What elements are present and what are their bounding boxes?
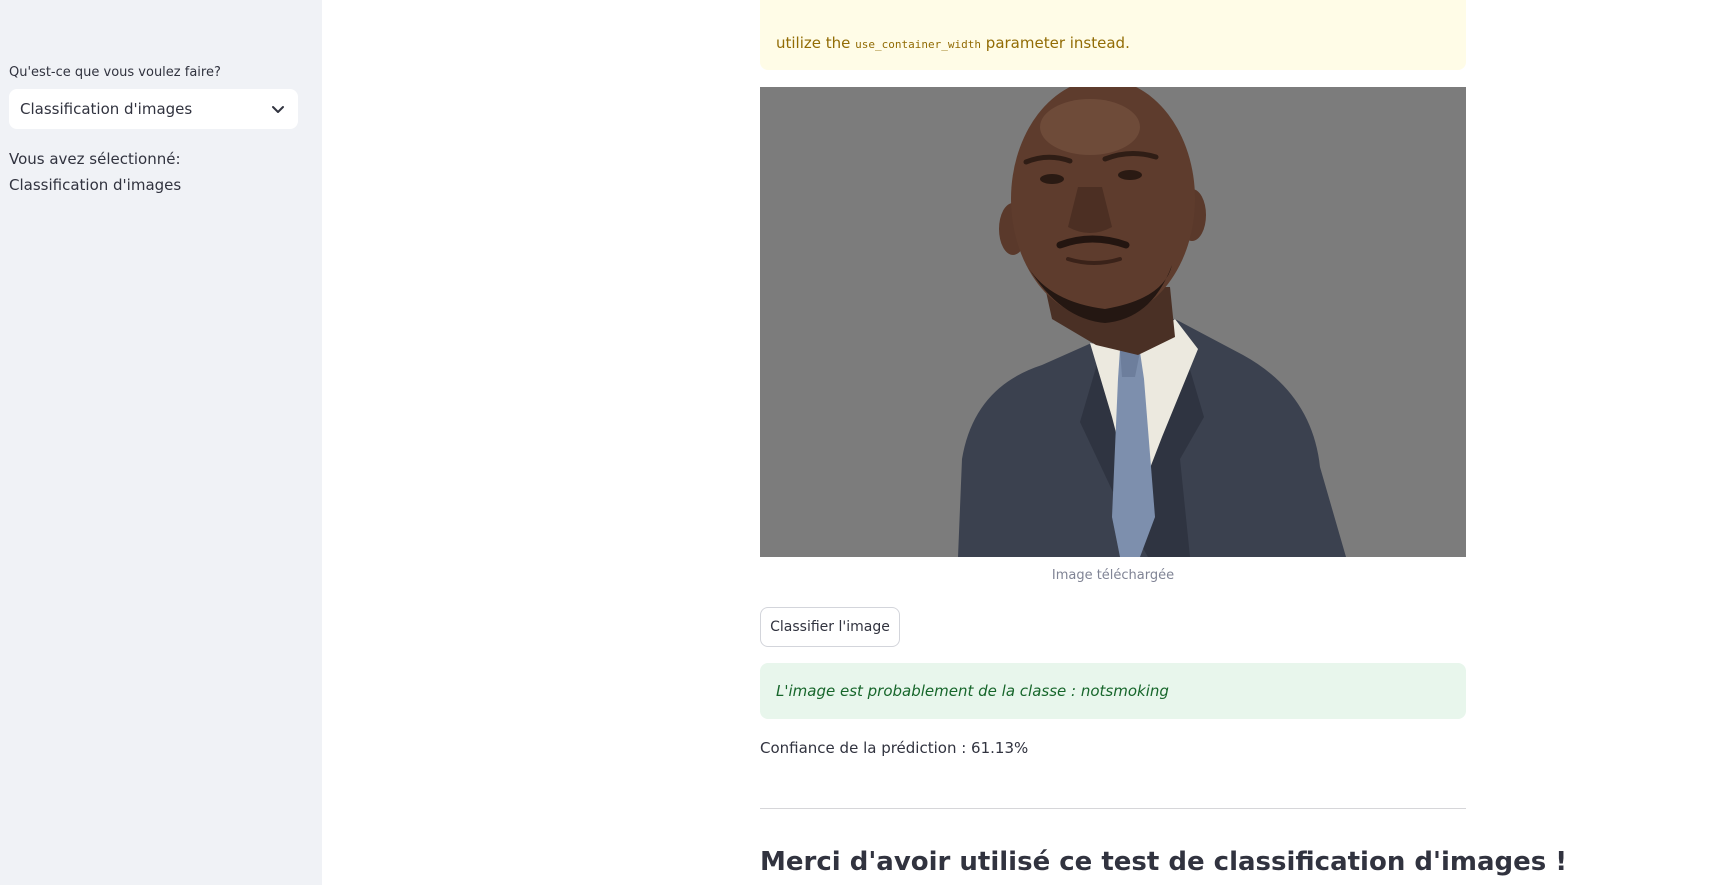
select-value: Classification d'images bbox=[20, 100, 193, 118]
select-label: Qu'est-ce que vous voulez faire? bbox=[9, 65, 221, 80]
sidebar: Qu'est-ce que vous voulez faire? Classif… bbox=[0, 0, 322, 885]
person-photo bbox=[958, 87, 1346, 557]
main-content: utilize the use_container_width paramete… bbox=[322, 0, 1718, 885]
classify-button[interactable]: Classifier l'image bbox=[760, 607, 900, 647]
warning-suffix: parameter instead. bbox=[985, 34, 1130, 52]
warning-alert: utilize the use_container_width paramete… bbox=[760, 0, 1466, 70]
task-select[interactable]: Classification d'images bbox=[9, 89, 298, 129]
warning-prefix: utilize the bbox=[776, 34, 851, 52]
image-caption: Image téléchargée bbox=[1051, 568, 1175, 583]
chevron-down-icon bbox=[272, 106, 284, 113]
uploaded-image bbox=[760, 87, 1466, 557]
success-alert: L'image est probablement de la classe : … bbox=[760, 663, 1466, 719]
selection-text: Vous avez sélectionné: Classification d'… bbox=[9, 150, 182, 194]
result-text: L'image est probablement de la classe : … bbox=[776, 682, 1169, 700]
warning-text: utilize the use_container_width paramete… bbox=[776, 34, 1130, 52]
thanks-heading: Merci d'avoir utilisé ce test de classif… bbox=[760, 847, 1568, 877]
divider bbox=[760, 808, 1466, 809]
confidence-text: Confiance de la prédiction : 61.13% bbox=[760, 739, 1029, 757]
warning-code: use_container_width bbox=[855, 38, 982, 51]
